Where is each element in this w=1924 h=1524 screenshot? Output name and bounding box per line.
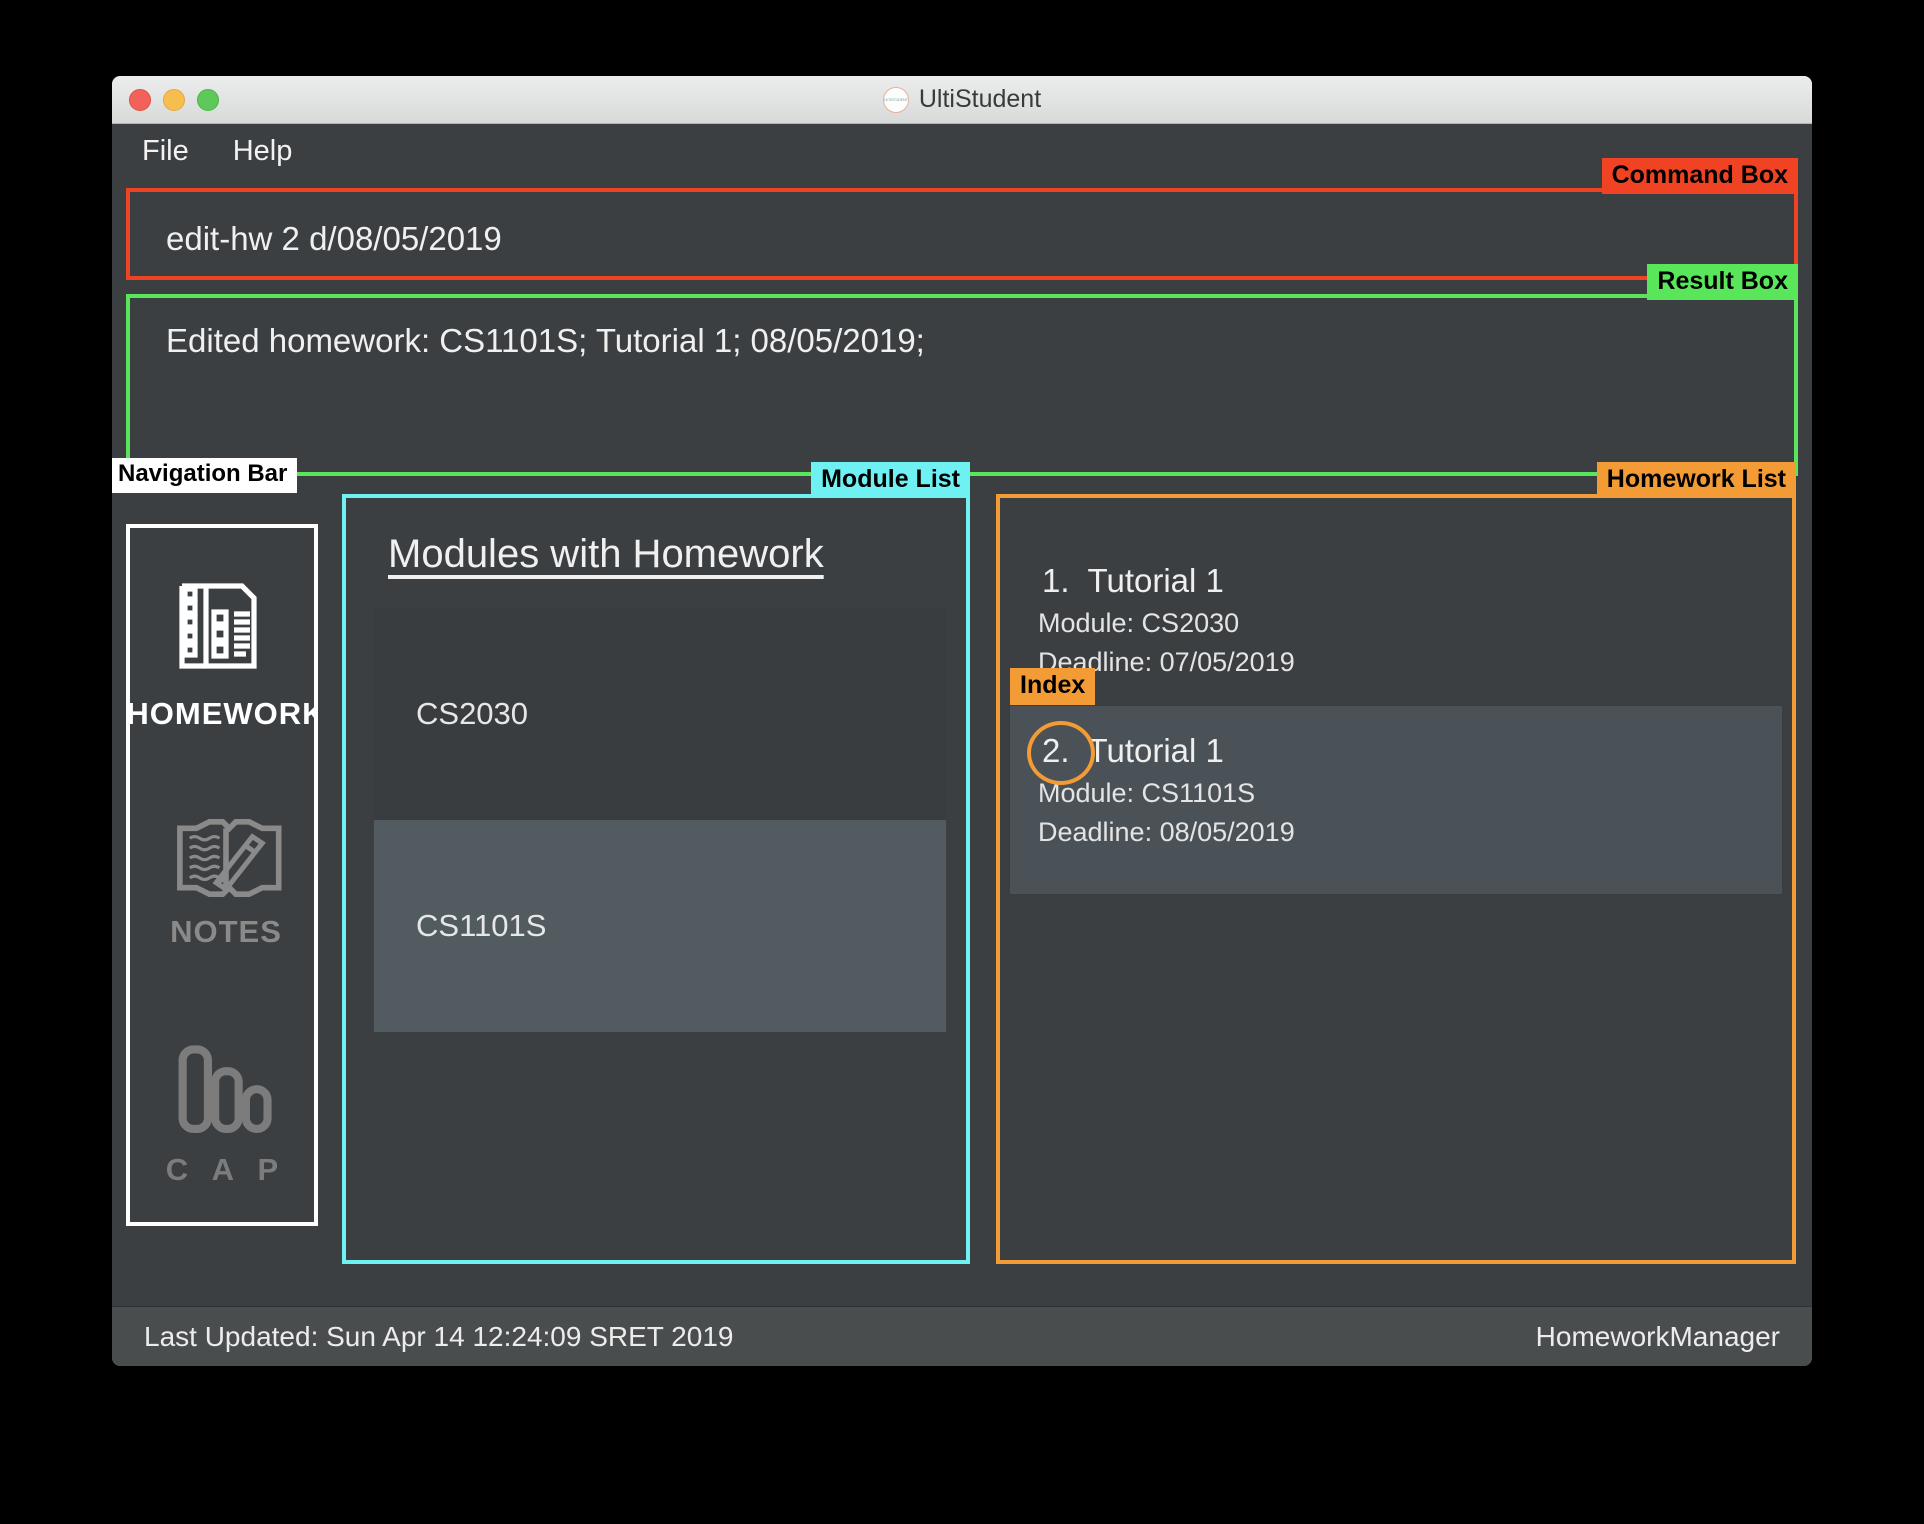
title-bar: ULTISTUDENT UltiStudent: [112, 76, 1812, 124]
status-bar-last-updated: Last Updated: Sun Apr 14 12:24:09 SRET 2…: [144, 1320, 734, 1352]
navigation-bar-annotation-label: Navigation Bar: [112, 458, 298, 493]
result-box-annotation-label: Result Box: [1647, 264, 1798, 300]
module-list-item[interactable]: CS1101S: [374, 820, 946, 1032]
homework-item-deadline: Deadline: 07/05/2019: [1038, 647, 1295, 677]
logo-inner-text: ULTISTUDENT: [883, 97, 908, 102]
zoom-button[interactable]: [197, 88, 219, 111]
status-bar-app-name: HomeworkManager: [1535, 1320, 1780, 1352]
command-input-value[interactable]: edit-hw 2 d/08/05/2019: [166, 220, 502, 258]
menu-file[interactable]: File: [142, 135, 189, 168]
nav-item-notes-label: NOTES: [170, 914, 282, 949]
navigation-bar: HOMEWORK NOTES C A P: [126, 524, 318, 1226]
module-list-item[interactable]: CS2030: [374, 608, 946, 820]
command-box[interactable]: edit-hw 2 d/08/05/2019 Command Box: [126, 158, 1798, 280]
nav-item-cap-label: C A P: [165, 1152, 287, 1187]
window-controls: [129, 88, 219, 111]
result-box: Edited homework: CS1101S; Tutorial 1; 08…: [126, 264, 1798, 476]
app-window: ULTISTUDENT UltiStudent File Help edit-h…: [112, 76, 1812, 1366]
status-bar: Last Updated: Sun Apr 14 12:24:09 SRET 2…: [112, 1306, 1812, 1366]
open-book-pen-icon: [170, 808, 282, 908]
window-title: UltiStudent: [918, 85, 1042, 113]
homework-item-title-row: 2. Tutorial 1: [1027, 721, 1782, 785]
homework-item-title-row: 1. Tutorial 1: [1038, 562, 1782, 600]
homework-item-index: 2.: [1027, 721, 1095, 785]
navigation-bar-column: Navigation Bar HOMEWORK NOTES C A P: [112, 458, 332, 1306]
result-display-text: Edited homework: CS1101S; Tutorial 1; 08…: [166, 322, 925, 359]
minimize-button[interactable]: [163, 88, 185, 111]
homework-list-annotation-label: Homework List: [1596, 462, 1796, 498]
homework-item-name: Tutorial 1: [1087, 562, 1224, 599]
close-button[interactable]: [129, 88, 151, 111]
nav-item-notes[interactable]: NOTES: [130, 808, 314, 950]
documents-checklist-icon: [162, 562, 290, 690]
nav-item-homework[interactable]: HOMEWORK: [130, 562, 314, 732]
module-list-column: Module List Modules with Homework CS2030…: [332, 462, 982, 1306]
homework-item-deadline: Deadline: 08/05/2019: [1038, 817, 1295, 847]
nav-item-homework-label: HOMEWORK: [126, 696, 318, 731]
index-annotation-label: Index: [1010, 668, 1096, 705]
menu-help[interactable]: Help: [233, 135, 293, 168]
module-list-heading: Modules with Homework: [388, 532, 824, 576]
homework-list-panel: Homework List 1. Tutorial 1 Module: CS20…: [996, 462, 1796, 1264]
bar-chart-icon: [170, 1036, 282, 1146]
nav-item-cap[interactable]: C A P: [130, 1036, 314, 1188]
homework-list-item[interactable]: 2. Tutorial 1 Module: CS1101S Deadline: …: [1010, 706, 1782, 894]
homework-item-index: 1.: [1042, 562, 1070, 599]
homework-list-column: Homework List 1. Tutorial 1 Module: CS20…: [982, 462, 1812, 1306]
main-content-row: Navigation Bar HOMEWORK NOTES C A P Modu…: [112, 458, 1812, 1306]
ultistudent-circle-logo-icon: ULTISTUDENT: [882, 86, 909, 113]
homework-item-name: Tutorial 1: [1087, 732, 1224, 769]
menu-bar: File Help: [112, 124, 1812, 178]
title-center: ULTISTUDENT UltiStudent: [112, 76, 1812, 123]
homework-item-module: Module: CS2030: [1038, 608, 1240, 638]
module-list-panel: Module List Modules with Homework CS2030…: [342, 462, 970, 1264]
homework-item-module: Module: CS1101S: [1038, 778, 1256, 808]
module-list-annotation-label: Module List: [811, 462, 970, 498]
homework-list-item[interactable]: 1. Tutorial 1 Module: CS2030 Deadline: 0…: [1010, 536, 1782, 696]
command-box-annotation-label: Command Box: [1601, 158, 1798, 194]
